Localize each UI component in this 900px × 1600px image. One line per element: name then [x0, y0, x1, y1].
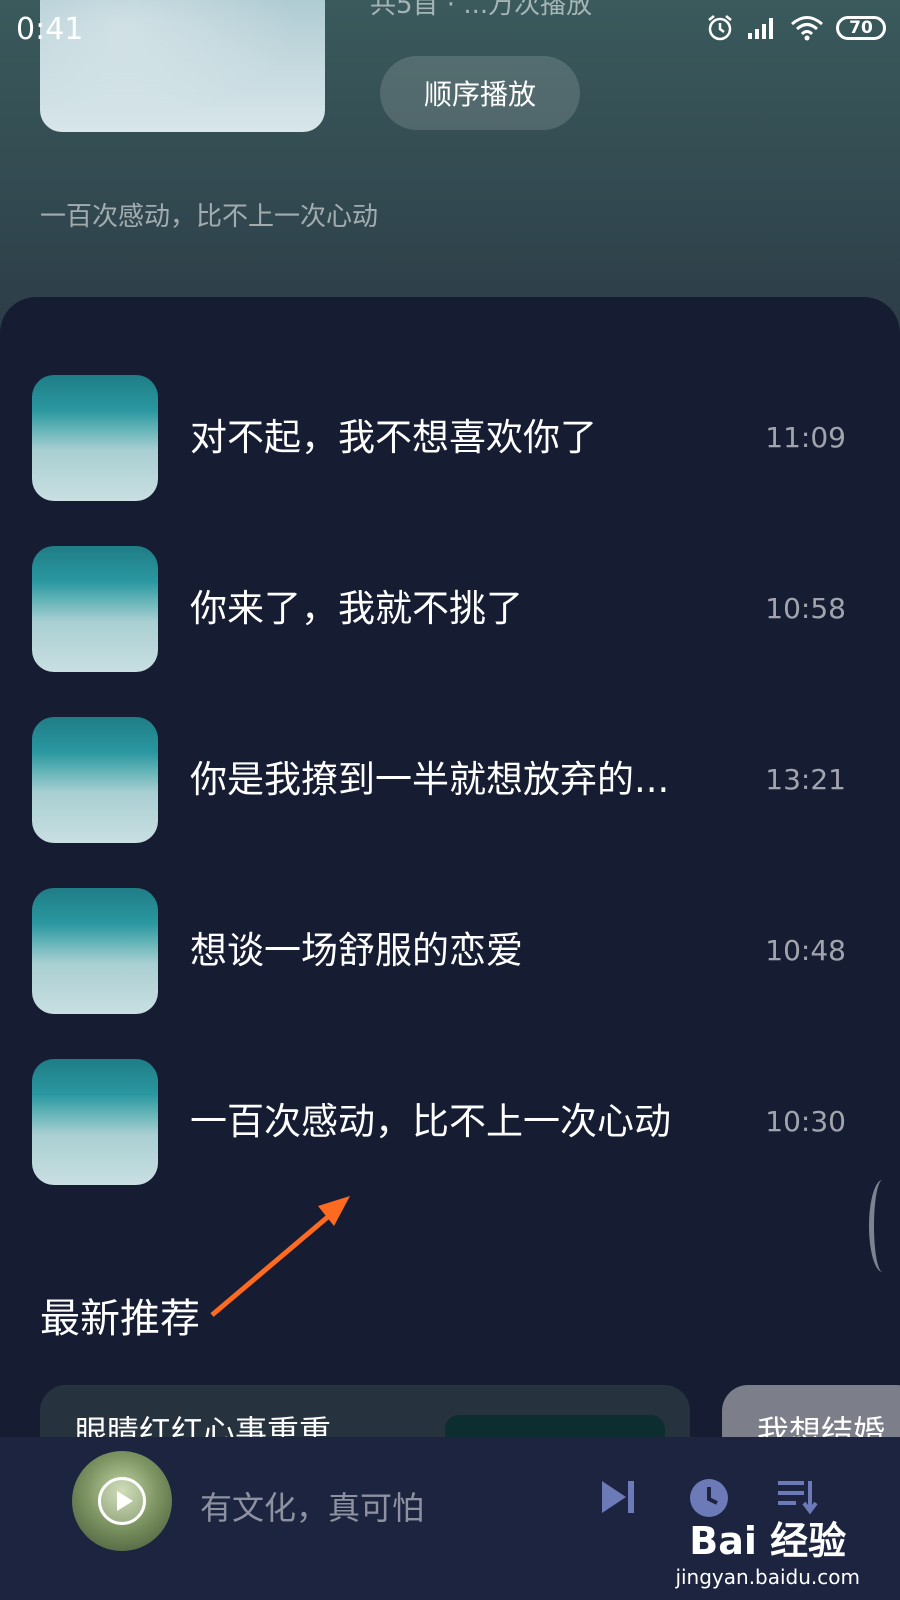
track-title: 一百次感动，比不上一次心动 — [190, 1100, 671, 1143]
track-title: 你来了，我就不挑了 — [190, 587, 523, 630]
watermark-url: jingyan.baidu.com — [675, 1565, 860, 1589]
track-row[interactable]: 你是我撩到一半就想放弃的... 13:21 — [0, 717, 900, 843]
wifi-icon — [791, 16, 823, 41]
track-row[interactable]: 你来了，我就不挑了 10:58 — [0, 546, 900, 672]
track-row[interactable]: 对不起，我不想喜欢你了 11:09 — [0, 375, 900, 501]
now-playing-title[interactable]: 有文化，真可怕 — [200, 1483, 424, 1529]
next-track-icon[interactable] — [598, 1477, 638, 1517]
track-thumbnail — [32, 888, 158, 1014]
track-title: 对不起，我不想喜欢你了 — [190, 416, 597, 459]
track-title: 想谈一场舒服的恋爱 — [190, 929, 523, 972]
track-title: 你是我撩到一半就想放弃的... — [190, 758, 670, 801]
play-icon[interactable] — [98, 1477, 146, 1525]
recommend-card[interactable]: 眼睛红红心事重重 — [40, 1385, 690, 1445]
track-thumbnail — [32, 717, 158, 843]
track-list-panel: 对不起，我不想喜欢你了 11:09 你来了，我就不挑了 10:58 你是我撩到一… — [0, 297, 900, 1437]
track-thumbnail — [32, 1059, 158, 1185]
section-title-latest: 最新推荐 — [40, 1296, 200, 1342]
track-duration: 11:09 — [765, 421, 846, 454]
baidu-jingyan-watermark: Bai 经验 jingyan.baidu.com — [675, 1510, 860, 1589]
track-thumbnail — [32, 546, 158, 672]
recommend-card[interactable]: 我想结婚 — [722, 1385, 900, 1445]
status-time: 0:41 — [16, 12, 84, 47]
track-duration: 13:21 — [765, 763, 846, 796]
status-icons: 70 — [706, 14, 886, 42]
track-row[interactable]: 想谈一场舒服的恋爱 10:48 — [0, 888, 900, 1014]
now-playing-disc[interactable] — [72, 1451, 172, 1551]
alarm-icon — [708, 15, 732, 41]
track-row[interactable]: 一百次感动，比不上一次心动 10:30 — [0, 1059, 900, 1185]
battery-icon: 70 — [836, 16, 886, 40]
status-bar: 0:41 70 — [0, 0, 900, 60]
watermark-logo: Bai 经验 — [689, 1519, 847, 1563]
track-duration: 10:58 — [765, 592, 846, 625]
signal-icon — [748, 18, 773, 39]
playlist-description: 一百次感动，比不上一次心动 — [40, 202, 379, 232]
track-duration: 10:30 — [765, 1105, 846, 1138]
side-drawer-handle[interactable] — [869, 1180, 896, 1272]
sequential-play-button[interactable]: 顺序播放 — [380, 56, 580, 130]
track-thumbnail — [32, 375, 158, 501]
track-duration: 10:48 — [765, 934, 846, 967]
